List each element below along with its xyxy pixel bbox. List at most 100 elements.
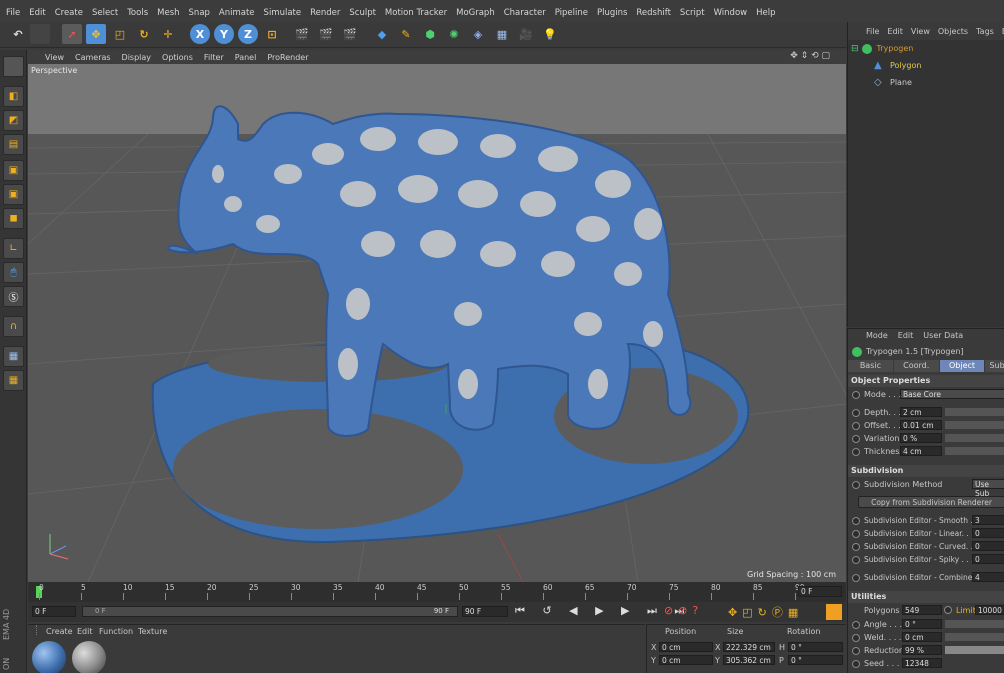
thickness-field[interactable]: 4 cm — [900, 446, 942, 456]
viewport-menu-cameras[interactable]: Cameras — [75, 53, 111, 62]
redo-icon[interactable] — [30, 24, 50, 44]
cube-object-icon[interactable]: ◆ — [372, 24, 392, 44]
animate-dot-icon[interactable] — [852, 516, 860, 525]
seed-field[interactable]: 12348 — [902, 658, 942, 668]
floor-scene-icon[interactable]: ▦ — [492, 24, 512, 44]
menu-tools[interactable]: Tools — [127, 8, 148, 18]
camera-icon[interactable]: 🎥 — [516, 24, 536, 44]
menu-character[interactable]: Character — [504, 8, 546, 18]
subdivision-surface-icon[interactable]: ⬢ — [420, 24, 440, 44]
offset-field[interactable]: 0.01 cm — [900, 420, 942, 430]
deformer-icon[interactable]: ◈ — [468, 24, 488, 44]
limit-field[interactable]: 10000 — [975, 605, 1004, 615]
x-axis-icon[interactable]: X — [190, 24, 210, 44]
sub-editor-linear-field[interactable]: 0 — [972, 528, 1004, 538]
timeline-settings-icon[interactable] — [826, 604, 842, 620]
timeline-ruler[interactable]: 051015202530354045505560657075808590 0 F — [28, 582, 846, 602]
render-settings-icon[interactable]: 🎬 — [340, 24, 360, 44]
planar-workplane-icon[interactable]: ▦ — [3, 370, 24, 391]
animate-dot-icon[interactable] — [852, 573, 860, 582]
weld-slider[interactable] — [945, 633, 1004, 641]
menu-animate[interactable]: Animate — [219, 8, 255, 18]
objmgr-menu-tags[interactable]: Tags — [976, 27, 994, 36]
material-menu-texture[interactable]: Texture — [138, 627, 167, 636]
end-frame-field[interactable]: 90 F — [462, 606, 508, 617]
material-menu-function[interactable]: Function — [99, 627, 133, 636]
object-row-plane[interactable]: ◇ Plane — [848, 75, 1004, 90]
light-icon[interactable]: 💡 — [540, 24, 560, 44]
viewport-menu-display[interactable]: Display — [122, 53, 152, 62]
render-view-icon[interactable]: 🎬 — [292, 24, 312, 44]
select-tool-icon[interactable]: ➚ — [62, 24, 82, 44]
angle-slider[interactable] — [945, 620, 1004, 628]
animate-dot-icon[interactable] — [852, 659, 860, 668]
z-axis-icon[interactable]: Z — [238, 24, 258, 44]
menu-motion-tracker[interactable]: Motion Tracker — [385, 8, 447, 18]
menu-mograph[interactable]: MoGraph — [456, 8, 495, 18]
tab-coord[interactable]: Coord. — [893, 360, 939, 372]
rotate-tool-icon[interactable]: ↻ — [134, 24, 154, 44]
copy-from-renderer-button[interactable]: Copy from Subdivision Renderer — [858, 496, 1004, 508]
menu-pipeline[interactable]: Pipeline — [555, 8, 588, 18]
thickness-slider[interactable] — [945, 447, 1004, 455]
animate-dot-icon[interactable] — [852, 390, 860, 399]
menu-help[interactable]: Help — [756, 8, 775, 18]
menu-simulate[interactable]: Simulate — [264, 8, 302, 18]
reduction-field[interactable]: 99 % — [902, 645, 942, 655]
undo-icon[interactable]: ↶ — [8, 24, 28, 44]
reduction-slider[interactable] — [945, 646, 1004, 654]
animate-dot-icon[interactable] — [944, 606, 952, 614]
mode-dropdown[interactable]: Base Core — [900, 389, 1004, 399]
size-y-field[interactable]: 305.362 cm — [723, 655, 775, 665]
material-swatch-blue[interactable] — [32, 641, 66, 673]
viewport-menu-view[interactable]: View — [45, 53, 64, 62]
offset-slider[interactable] — [945, 421, 1004, 429]
position-y-field[interactable]: 0 cm — [659, 655, 713, 665]
animate-dot-icon[interactable] — [852, 480, 860, 489]
attr-menu-user-data[interactable]: User Data — [923, 331, 963, 340]
animate-dot-icon[interactable] — [852, 447, 860, 456]
menu-create[interactable]: Create — [55, 8, 83, 18]
animate-dot-icon[interactable] — [852, 555, 860, 564]
object-row-polygon[interactable]: ▲ Polygon — [848, 58, 1004, 73]
object-row-trypogen[interactable]: ⊟ Trypogen — [848, 41, 1004, 56]
animate-dot-icon[interactable] — [852, 408, 860, 417]
y-axis-icon[interactable]: Y — [214, 24, 234, 44]
viewport-menu-prorender[interactable]: ProRender — [267, 53, 308, 62]
menu-mesh[interactable]: Mesh — [157, 8, 179, 18]
objmgr-menu-view[interactable]: View — [911, 27, 930, 36]
size-x-field[interactable]: 222.329 cm — [723, 642, 775, 652]
viewport-menu-filter[interactable]: Filter — [204, 53, 224, 62]
menu-plugins[interactable]: Plugins — [597, 8, 627, 18]
current-frame-field[interactable]: 0 F — [798, 586, 842, 597]
objmgr-menu-objects[interactable]: Objects — [938, 27, 968, 36]
variation-field[interactable]: 0 % — [900, 433, 942, 443]
menu-select[interactable]: Select — [92, 8, 118, 18]
animate-dot-icon[interactable] — [852, 620, 860, 629]
angle-field[interactable]: 0 ° — [902, 619, 942, 629]
variation-slider[interactable] — [945, 434, 1004, 442]
last-tool-icon[interactable]: ✛ — [158, 24, 178, 44]
sub-editor-curved-field[interactable]: 0 — [972, 541, 1004, 551]
menu-edit[interactable]: Edit — [29, 8, 45, 18]
viewport-menu-panel[interactable]: Panel — [235, 53, 257, 62]
render-picture-viewer-icon[interactable]: 🎬 — [316, 24, 336, 44]
sub-editor-smooth-field[interactable]: 3 — [972, 515, 1004, 525]
key-mode-icons[interactable]: ✥◰↻Ⓟ▦ — [728, 604, 803, 620]
tab-subd[interactable]: Subd — [985, 360, 1004, 372]
coordinate-system-icon[interactable]: ⊡ — [262, 24, 282, 44]
tab-basic[interactable]: Basic — [848, 360, 893, 372]
menu-render[interactable]: Render — [310, 8, 340, 18]
snap-icon[interactable]: Ⓢ — [3, 286, 24, 307]
objmgr-menu-edit[interactable]: Edit — [887, 27, 903, 36]
animate-dot-icon[interactable] — [852, 529, 860, 538]
menu-snap[interactable]: Snap — [189, 8, 210, 18]
perspective-viewport[interactable]: Perspective Grid Spacing : 100 cm — [28, 64, 846, 582]
material-swatch-grey[interactable] — [72, 641, 106, 673]
scale-tool-icon[interactable]: ◰ — [110, 24, 130, 44]
tweak-mode-icon[interactable]: 🖱 — [3, 262, 24, 283]
record-keys-icon[interactable]: ⊘⊘? — [664, 604, 703, 617]
menu-file[interactable]: File — [6, 8, 20, 18]
position-x-field[interactable]: 0 cm — [659, 642, 713, 652]
animate-dot-icon[interactable] — [852, 633, 860, 642]
